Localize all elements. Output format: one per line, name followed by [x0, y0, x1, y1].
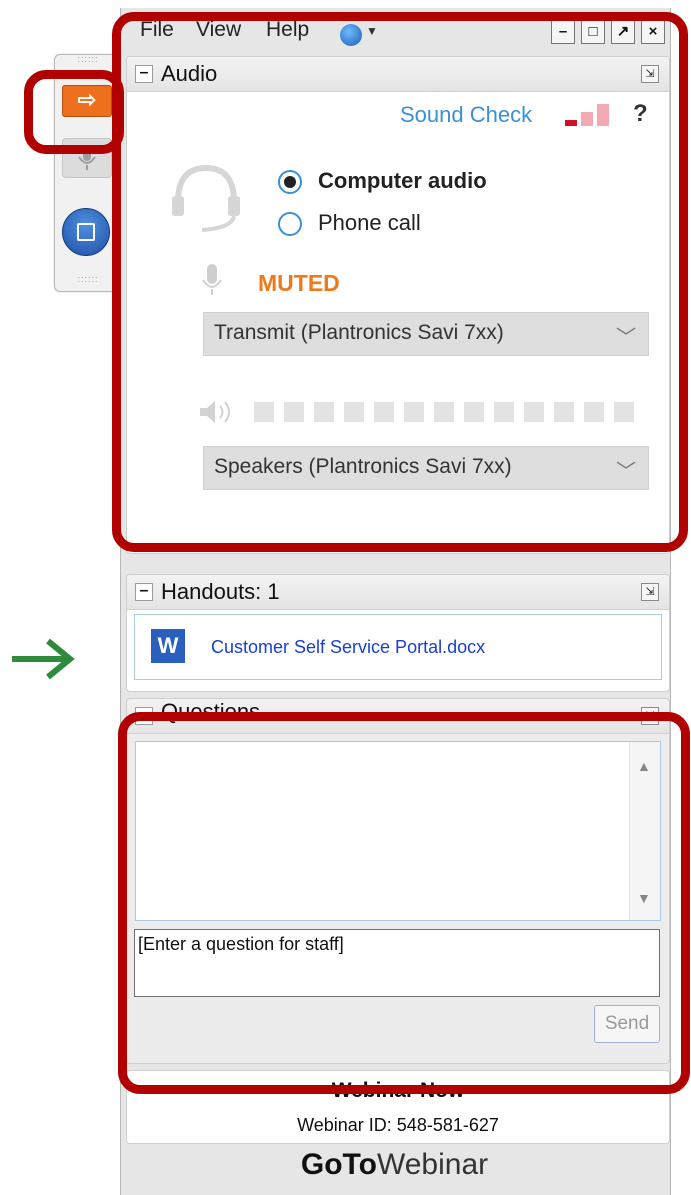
handout-file-link[interactable]: Customer Self Service Portal.docx — [211, 637, 485, 658]
word-document-icon: W — [151, 629, 185, 663]
handouts-collapse-button[interactable]: – — [135, 583, 153, 601]
handouts-panel-title: Handouts: 1 — [161, 579, 280, 604]
highlight-arrow-button — [24, 70, 124, 154]
stop-screen-button[interactable] — [62, 208, 110, 256]
gotowebinar-logo: GoToWebinar — [300, 1148, 489, 1181]
green-arrow-icon — [12, 638, 75, 680]
highlight-questions-panel — [118, 712, 690, 1094]
webinar-id: Webinar ID: 548-581-627 — [297, 1115, 499, 1135]
highlight-audio-panel — [112, 12, 688, 552]
handout-list: W Customer Self Service Portal.docx — [134, 614, 662, 680]
handouts-popout-icon[interactable]: ⇲ — [641, 583, 659, 601]
handouts-panel-header: – Handouts: 1 ⇲ — [127, 575, 669, 610]
